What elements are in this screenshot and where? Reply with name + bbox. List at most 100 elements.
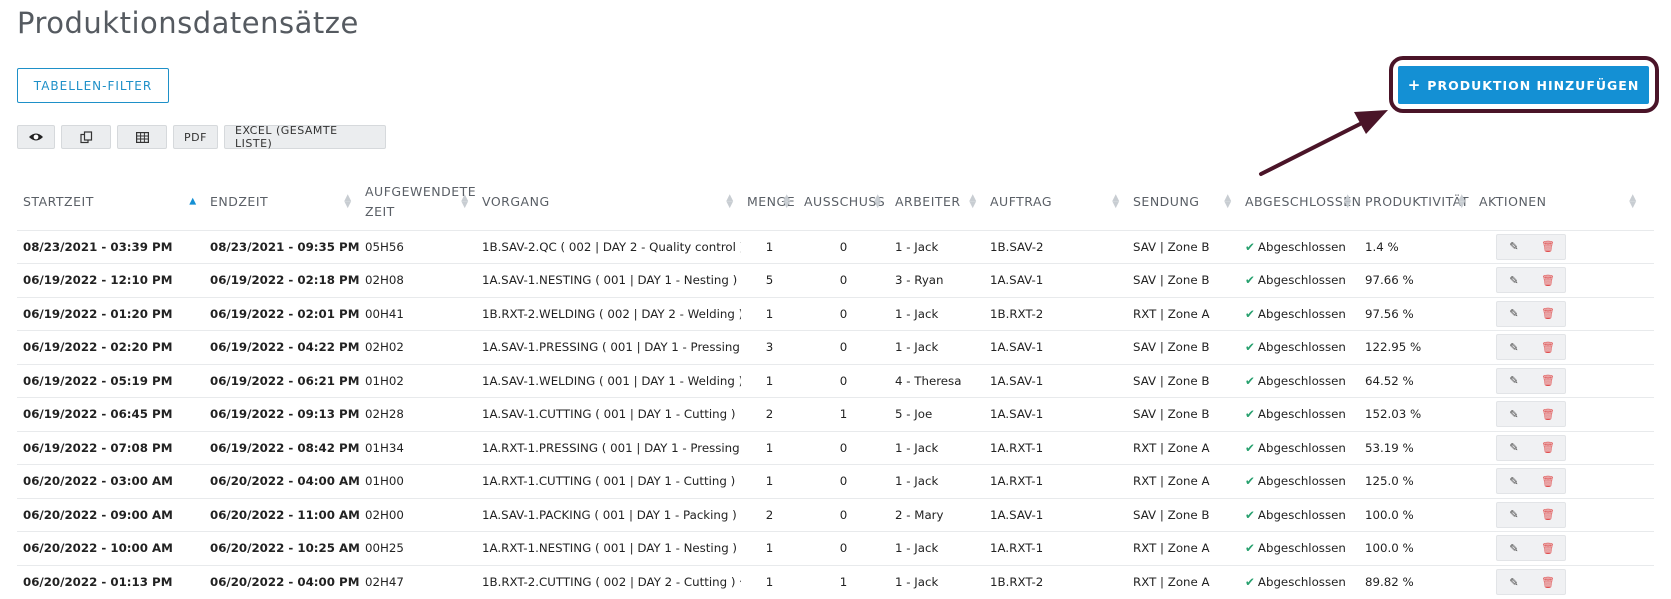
- worker-cell: 3 - Ryan: [889, 263, 984, 297]
- start-time-link[interactable]: 06/19/2022 - 01:20 PM: [17, 296, 204, 331]
- quantity-cell: 1: [741, 531, 798, 565]
- start-time-link[interactable]: 06/19/2022 - 07:08 PM: [17, 430, 204, 465]
- quantity-cell: 2: [741, 497, 798, 532]
- end-time-link[interactable]: 08/23/2021 - 09:35 PM: [204, 229, 359, 264]
- edit-icon[interactable]: ✎: [1497, 341, 1531, 354]
- start-time-link[interactable]: 06/20/2022 - 03:00 AM: [17, 464, 204, 498]
- status-cell: ✔ Abgeschlossen: [1239, 497, 1359, 532]
- add-production-button[interactable]: + PRODUKTION HINZUFÜGEN: [1398, 66, 1649, 104]
- delete-icon[interactable]: 🗑: [1531, 441, 1565, 454]
- row-actions: ✎ 🗑: [1496, 535, 1566, 562]
- row-actions: ✎ 🗑: [1496, 501, 1566, 528]
- check-icon: ✔: [1245, 306, 1255, 321]
- end-time-link[interactable]: 06/20/2022 - 04:00 PM: [204, 564, 359, 599]
- excel-button[interactable]: EXCEL (GESAMTE LISTE): [224, 124, 386, 150]
- export-toolbar: PDF EXCEL (GESAMTE LISTE): [17, 124, 386, 150]
- col-header-worker[interactable]: ARBEITER ▲ ▼: [889, 174, 984, 230]
- edit-icon[interactable]: ✎: [1497, 374, 1531, 387]
- col-header-end[interactable]: ENDZEIT ▲ ▼: [204, 174, 359, 230]
- end-time-link[interactable]: 06/19/2022 - 08:42 PM: [204, 430, 359, 465]
- status-label: Abgeschlossen: [1257, 575, 1346, 589]
- copy-button[interactable]: [61, 125, 111, 149]
- start-time-link[interactable]: 06/20/2022 - 10:00 AM: [17, 531, 204, 565]
- order-cell: 1A.SAV-1: [984, 330, 1127, 364]
- order-cell: 1A.RXT-1: [984, 464, 1127, 498]
- end-time-link[interactable]: 06/19/2022 - 04:22 PM: [204, 330, 359, 364]
- actions-cell: ✎ 🗑: [1473, 564, 1654, 599]
- productivity-cell: 97.56 %: [1359, 296, 1473, 331]
- delete-icon[interactable]: 🗑: [1531, 508, 1565, 521]
- delete-icon[interactable]: 🗑: [1531, 475, 1565, 488]
- order-cell: 1A.SAV-1: [984, 497, 1127, 532]
- col-header-productivity[interactable]: PRODUKTIVITÄT ▲ ▼: [1359, 174, 1473, 230]
- start-time-link[interactable]: 08/23/2021 - 03:39 PM: [17, 229, 204, 264]
- col-header-operation[interactable]: VORGANG ▲ ▼: [476, 174, 741, 230]
- pdf-button[interactable]: PDF: [173, 125, 218, 149]
- actions-cell: ✎ 🗑: [1473, 430, 1654, 465]
- edit-icon[interactable]: ✎: [1497, 307, 1531, 320]
- spent-time-cell: 05H56: [359, 229, 476, 264]
- worker-cell: 1 - Jack: [889, 531, 984, 565]
- status-label: Abgeschlossen: [1257, 239, 1346, 254]
- end-time-link[interactable]: 06/19/2022 - 09:13 PM: [204, 397, 359, 431]
- operation-label: 1A.RXT-1.PRESSING ( 001 | DAY 1 - Pressi…: [482, 440, 741, 455]
- edit-icon[interactable]: ✎: [1497, 508, 1531, 521]
- edit-icon[interactable]: ✎: [1497, 408, 1531, 421]
- view-button[interactable]: [17, 125, 55, 149]
- delete-icon[interactable]: 🗑: [1531, 341, 1565, 354]
- shipment-cell: SAV | Zone B: [1127, 363, 1239, 398]
- edit-icon[interactable]: ✎: [1497, 274, 1531, 287]
- shipment-cell: SAV | Zone B: [1127, 330, 1239, 364]
- end-time-link[interactable]: 06/19/2022 - 02:01 PM: [204, 296, 359, 331]
- end-time-link[interactable]: 06/20/2022 - 10:25 AM: [204, 531, 359, 565]
- col-header-order[interactable]: AUFTRAG ▲ ▼: [984, 174, 1127, 230]
- order-cell: 1A.SAV-1: [984, 263, 1127, 297]
- table-row: 06/20/2022 - 03:00 AM 06/20/2022 - 04:00 …: [17, 464, 1654, 498]
- end-time-link[interactable]: 06/19/2022 - 02:18 PM: [204, 263, 359, 297]
- sort-icon: ▲ ▼: [1629, 192, 1637, 210]
- status-label: Abgeschlossen: [1257, 507, 1346, 522]
- edit-icon[interactable]: ✎: [1497, 441, 1531, 454]
- columns-button[interactable]: [117, 125, 167, 149]
- delete-icon[interactable]: 🗑: [1531, 274, 1565, 287]
- end-time-link[interactable]: 06/20/2022 - 11:00 AM: [204, 497, 359, 532]
- delete-icon[interactable]: 🗑: [1531, 240, 1565, 253]
- end-time-link[interactable]: 06/19/2022 - 06:21 PM: [204, 363, 359, 398]
- start-time-link[interactable]: 06/19/2022 - 05:19 PM: [17, 363, 204, 398]
- table-filter-button[interactable]: TABELLEN-FILTER: [17, 68, 169, 103]
- edit-icon[interactable]: ✎: [1497, 240, 1531, 253]
- delete-icon[interactable]: 🗑: [1531, 374, 1565, 387]
- status-cell: ✔ Abgeschlossen: [1239, 564, 1359, 599]
- start-time-link[interactable]: 06/19/2022 - 02:20 PM: [17, 330, 204, 364]
- col-header-actions[interactable]: AKTIONEN ▲ ▼: [1473, 174, 1654, 230]
- edit-icon[interactable]: ✎: [1497, 475, 1531, 488]
- actions-cell: ✎ 🗑: [1473, 229, 1654, 264]
- worker-cell: 1 - Jack: [889, 464, 984, 498]
- col-header-quantity[interactable]: MENGE ▲ ▼: [741, 174, 798, 230]
- edit-icon[interactable]: ✎: [1497, 542, 1531, 555]
- end-time-link[interactable]: 06/20/2022 - 04:00 AM: [204, 464, 359, 498]
- scrap-cell: 0: [798, 464, 889, 498]
- col-header-completed[interactable]: ABGESCHLOSSEN ▲ ▼: [1239, 174, 1361, 230]
- worker-cell: 2 - Mary: [889, 497, 984, 532]
- start-time-link[interactable]: 06/20/2022 - 09:00 AM: [17, 497, 204, 532]
- delete-icon[interactable]: 🗑: [1531, 307, 1565, 320]
- start-time-link[interactable]: 06/19/2022 - 06:45 PM: [17, 397, 204, 431]
- operation-label: 1A.SAV-1.PRESSING ( 001 | DAY 1 - Pressi…: [482, 340, 741, 355]
- col-header-start[interactable]: STARTZEIT ▲: [17, 174, 204, 230]
- edit-icon[interactable]: ✎: [1497, 576, 1531, 589]
- check-icon: ✔: [1245, 440, 1255, 455]
- col-header-scrap[interactable]: AUSSCHUSS ▲ ▼: [798, 174, 889, 230]
- scrap-cell: 0: [798, 263, 889, 297]
- delete-icon[interactable]: 🗑: [1531, 542, 1565, 555]
- start-time-link[interactable]: 06/19/2022 - 12:10 PM: [17, 263, 204, 297]
- worker-cell: 5 - Joe: [889, 397, 984, 431]
- col-header-time[interactable]: AUFGEWENDETE ZEIT ▲ ▼: [359, 174, 476, 230]
- start-time-link[interactable]: 06/20/2022 - 01:13 PM: [17, 564, 204, 599]
- table-row: 06/19/2022 - 06:45 PM 06/19/2022 - 09:13 …: [17, 397, 1654, 431]
- operation-cell: 1A.SAV-1.WELDING ( 001 | DAY 1 - Welding…: [476, 363, 741, 398]
- col-header-shipment[interactable]: SENDUNG ▲ ▼: [1127, 174, 1239, 230]
- delete-icon[interactable]: 🗑: [1531, 576, 1565, 589]
- delete-icon[interactable]: 🗑: [1531, 408, 1565, 421]
- status-cell: ✔ Abgeschlossen: [1239, 229, 1359, 264]
